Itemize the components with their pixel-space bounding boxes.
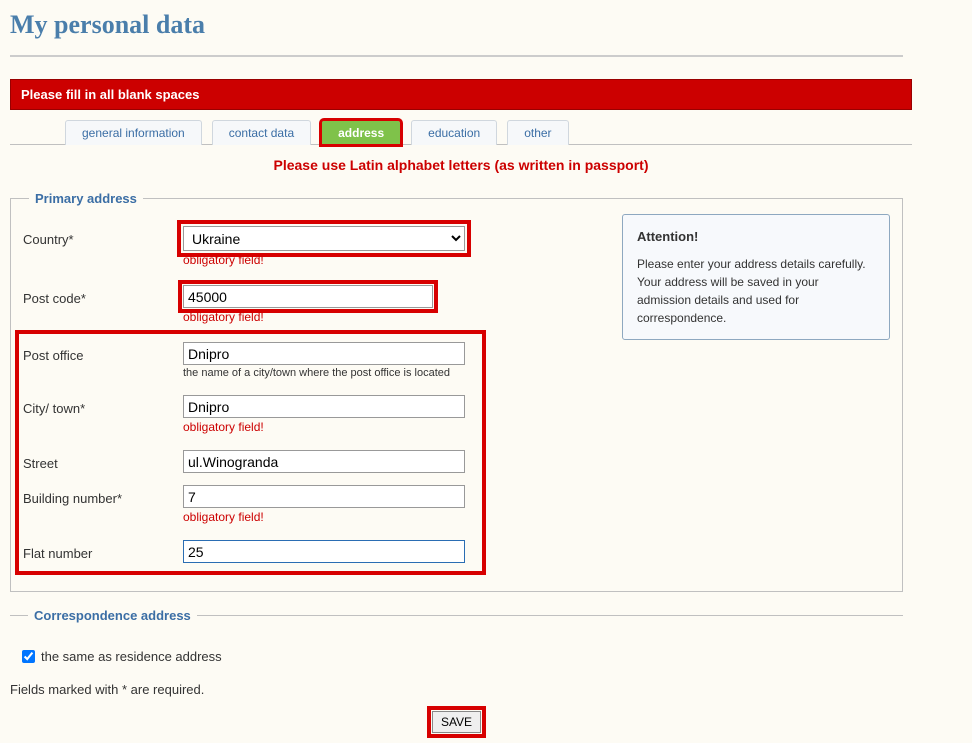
flat-number-label: Flat number bbox=[23, 540, 183, 561]
city-town-label: City/ town* bbox=[23, 395, 183, 416]
correspondence-address-fieldset: Correspondence address the same as resid… bbox=[10, 608, 903, 664]
primary-address-legend: Primary address bbox=[29, 191, 143, 206]
attention-title: Attention! bbox=[637, 227, 875, 247]
country-label: Country* bbox=[23, 226, 183, 247]
building-number-input[interactable] bbox=[183, 485, 465, 508]
tab-general-information[interactable]: general information bbox=[65, 120, 202, 145]
save-button[interactable]: SAVE bbox=[432, 711, 481, 733]
tab-other[interactable]: other bbox=[507, 120, 568, 145]
required-fields-note: Fields marked with * are required. bbox=[10, 682, 962, 697]
post-code-label: Post code* bbox=[23, 285, 183, 306]
correspondence-address-legend: Correspondence address bbox=[28, 608, 197, 623]
city-town-input[interactable] bbox=[183, 395, 465, 418]
street-label: Street bbox=[23, 450, 183, 471]
tab-education[interactable]: education bbox=[411, 120, 497, 145]
flat-number-input[interactable] bbox=[183, 540, 465, 563]
post-code-obligatory: obligatory field! bbox=[183, 310, 473, 324]
error-banner: Please fill in all blank spaces bbox=[10, 79, 912, 110]
tabs-row: general information contact data address… bbox=[65, 120, 962, 145]
street-input[interactable] bbox=[183, 450, 465, 473]
post-office-label: Post office bbox=[23, 342, 183, 363]
same-as-residence-checkbox[interactable] bbox=[22, 650, 35, 663]
latin-alphabet-note: Please use Latin alphabet letters (as wr… bbox=[10, 157, 912, 173]
building-number-obligatory: obligatory field! bbox=[183, 510, 473, 524]
attention-text: Please enter your address details carefu… bbox=[637, 255, 875, 327]
post-office-input[interactable] bbox=[183, 342, 465, 365]
tab-contact-data[interactable]: contact data bbox=[212, 120, 311, 145]
building-number-label: Building number* bbox=[23, 485, 183, 506]
page-title: My personal data bbox=[10, 10, 962, 40]
country-obligatory: obligatory field! bbox=[183, 253, 473, 267]
country-select[interactable]: Ukraine bbox=[183, 226, 465, 251]
post-office-hint: the name of a city/town where the post o… bbox=[183, 367, 473, 379]
attention-box: Attention! Please enter your address det… bbox=[622, 214, 890, 340]
title-divider bbox=[10, 55, 903, 57]
tab-address[interactable]: address bbox=[321, 120, 401, 145]
same-as-residence-label: the same as residence address bbox=[41, 649, 222, 664]
city-town-obligatory: obligatory field! bbox=[183, 420, 473, 434]
primary-address-fieldset: Primary address Attention! Please enter … bbox=[10, 191, 903, 592]
post-code-input[interactable] bbox=[183, 285, 433, 308]
